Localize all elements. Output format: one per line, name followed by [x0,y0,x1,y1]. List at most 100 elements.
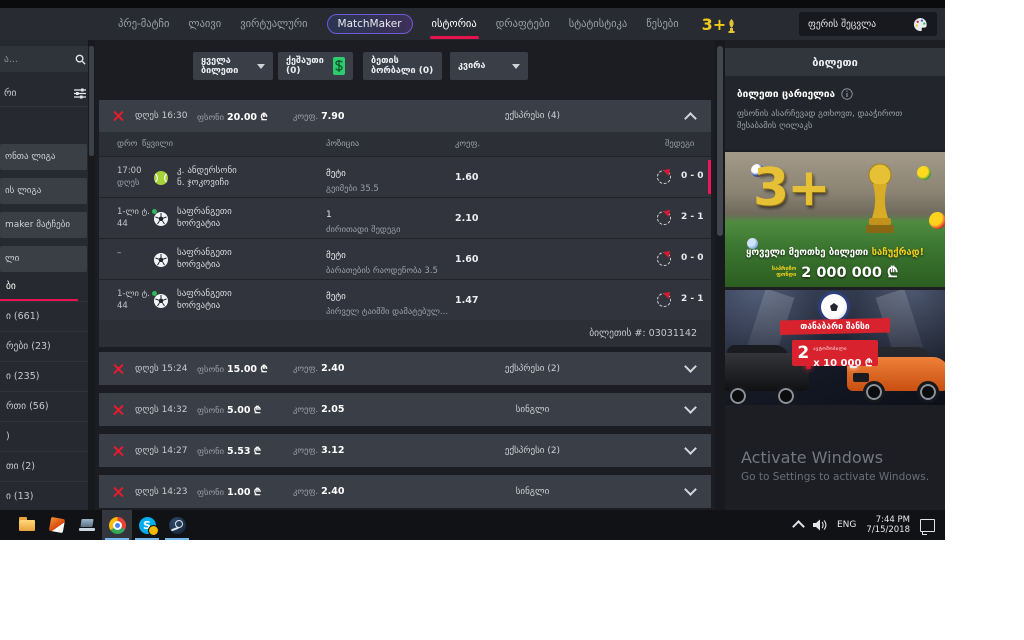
nav-drafts[interactable]: დრაფტები [496,18,550,30]
lost-x-icon [112,444,125,457]
file-explorer-icon[interactable] [12,510,42,540]
betslip-empty-text: ფსონის ასარჩევად გთხოვთ, დააჭიროთ შესაბამ… [737,109,903,131]
banner-ribbon: თანაბარი შანსი [780,318,890,335]
lost-x-icon [112,362,125,375]
color-change-button[interactable]: ფერის შეცვლა [799,12,937,36]
nav-statistics[interactable]: სტატისტიკა [569,18,627,30]
nav-history-active[interactable]: ისტორია [429,18,479,39]
promo-3plus-logo[interactable]: 3+ [702,15,737,34]
col-time: დრო [117,139,138,149]
sidebar-item-label: ი (661) [6,311,40,322]
row-teams: საფრანგეთი ხორვატია [177,248,232,270]
refresh-icon[interactable] [657,289,673,307]
scrollbar-thumb[interactable] [717,46,723,236]
chrome-icon[interactable] [102,510,132,540]
bet-row-soccer-3[interactable]: 1-ლი ტ. 44 საფრანგეთი ხორვატია მეტი პირველ … [99,279,711,320]
ticket-type: ექსპრესი (4) [504,111,561,121]
main-scrollbar[interactable] [715,40,725,510]
steam-icon[interactable] [162,510,192,540]
nav-virtual[interactable]: ვირტუალური [240,18,307,30]
refresh-icon[interactable] [657,166,673,184]
sidebar-sport-filter[interactable]: რი [0,80,94,107]
chevron-down-icon [257,63,265,69]
sidebar-item-top[interactable]: ბი [0,272,88,302]
sidebar-item-football[interactable]: ი (661) [0,302,88,332]
refresh-icon[interactable] [657,248,673,266]
collapsed-ticket-4[interactable]: დღეს 14:23 ფსონი 1.00 ₾ კოეფ. 2.40 სინგლი [99,475,711,508]
sidebar-item-4[interactable]: რთი (56) [0,392,88,422]
bet-wheel-button[interactable]: ბეთის ბორბალი (0) [363,52,442,80]
skype-icon[interactable]: S [132,510,162,540]
sidebar-item-label: ი (13) [6,491,34,502]
collapsed-ticket-1[interactable]: დღეს 15:24 ფსონი 15.00 ₾ კოეფ. 2.40 ექსპრე… [99,352,711,385]
ticket-header[interactable]: დღეს 16:30 ფსონი 20.00 ₾ კოეფ. 7.90 ექსპრე… [99,100,711,132]
row-coef: 1.60 [455,254,479,265]
cars-promo-banner[interactable]: თანაბარი შანსი 2 ავტომობილი x 10 000 ₾ [725,290,945,405]
row-score: 0 - 0 [681,171,704,181]
soccer-ball-icon [154,293,168,312]
sidebar-scrollbar[interactable] [88,40,95,510]
nav-live[interactable]: ლაივი [188,18,221,30]
nav-pre-match[interactable]: პრე-მატჩი [118,18,169,30]
activate-subtitle: Go to Settings to activate Windows. [741,471,930,483]
all-tickets-dropdown[interactable]: ყველა ბილეთი [193,52,273,80]
bet-row-tennis[interactable]: 17:00 დღეს კ. ანდერსონი ნ. ჯოკოვიჩი მეტი გე… [99,156,711,197]
period-dropdown[interactable]: კვირა [450,52,528,80]
chevron-down-icon[interactable] [684,360,697,373]
clock[interactable]: 7:44 PM 7/15/2018 [866,515,910,535]
tray-chevron-up-icon[interactable] [792,520,805,533]
collapsed-ticket-3[interactable]: დღეს 14:27 ფსონი 5.53 ₾ კოეფ. 3.12 ექსპრეს… [99,434,711,467]
soccer-ball-icon [154,252,168,271]
sidebar-item-3[interactable]: ი (235) [0,362,88,392]
bet-row-soccer-2[interactable]: – საფრანგეთი ხორვატია მეტი ბარათების რაოდე… [99,238,711,279]
chevron-down-icon[interactable] [684,401,697,414]
sidebar-search-input[interactable]: ა... [0,46,94,72]
row-coef: 2.10 [455,213,479,224]
chevron-down-icon[interactable] [684,442,697,455]
sidebar-item-5[interactable]: ) [0,422,88,452]
ticket-time: დღეს 15:24 [135,363,188,374]
cashout-dollar-icon [332,57,345,75]
cashout-button[interactable]: ქეშაუთი (0) [278,52,353,80]
sidebar-item-label: რთი (56) [6,401,49,412]
sidebar-quick-champions-league[interactable]: ონთა ლიგა [0,144,87,170]
scrollbar-thumb[interactable] [89,46,94,156]
speaker-icon[interactable] [813,519,827,531]
cashout-label: ქეშაუთი (0) [286,56,324,76]
row-teams: საფრანგეთი ხორვატია [177,289,232,311]
sidebar-quick-league[interactable]: ის ლიგა [0,178,87,204]
brazil-ball-icon [917,166,931,180]
ticket-number: ბილეთის #: 03031142 [99,320,711,347]
red-yellow-ball-icon [929,212,945,229]
activate-windows-watermark: Activate Windows Go to Settings to activ… [741,448,929,483]
language-indicator[interactable]: ENG [837,520,856,530]
action-center-icon[interactable] [920,518,935,535]
worldcup-promo-banner[interactable]: 3+ ყოველი მეოთხე ბილეთი საჩუქრად! საპრიზ… [725,152,945,287]
chevron-down-icon[interactable] [684,483,697,496]
ticket-type: ექსპრესი (2) [504,363,561,374]
sidebar-item-label: თი (2) [6,461,36,472]
sidebar-quick-matchmaker[interactable]: maker მატჩები [0,212,87,238]
filter-sliders-icon [74,88,86,98]
bet-row-soccer-1[interactable]: 1-ლი ტ. 44 საფრანგეთი ხორვატია 1 ძირითადი შ… [99,197,711,238]
sidebar-quick-popular[interactable]: ლი [0,246,87,272]
betslip-title: ბილეთი [725,48,945,76]
banner-prize-badge: 2 ავტომობილი x 10 000 ₾ [792,340,878,369]
app-orange-icon[interactable] [42,510,72,540]
sidebar-item-label: ) [6,431,10,442]
main-navbar: პრე-მატჩი ლაივი ვირტუალური MatchMaker ის… [0,8,945,40]
activate-title: Activate Windows [741,448,884,467]
row-teams: კ. ანდერსონი ნ. ჯოკოვიჩი [177,166,237,188]
chevron-down-icon [512,63,520,69]
chevron-up-icon[interactable] [684,111,697,125]
refresh-icon[interactable] [657,207,673,225]
laptop-app-icon[interactable] [72,510,102,540]
nav-rules[interactable]: წესები [646,18,678,30]
betslip-panel: ბილეთი ბილეთი ცარიელია ფსონის ასარჩევად … [725,48,945,150]
sidebar-item-2[interactable]: რები (23) [0,332,88,362]
sidebar-item-7[interactable]: ი (13) [0,482,88,512]
sidebar-item-6[interactable]: თი (2) [0,452,88,482]
collapsed-ticket-2[interactable]: დღეს 14:32 ფსონი 5.00 ₾ კოეფ. 2.05 სინგლი [99,393,711,426]
nav-matchmaker[interactable]: MatchMaker [326,14,413,34]
soccer-ball-icon [154,211,168,230]
